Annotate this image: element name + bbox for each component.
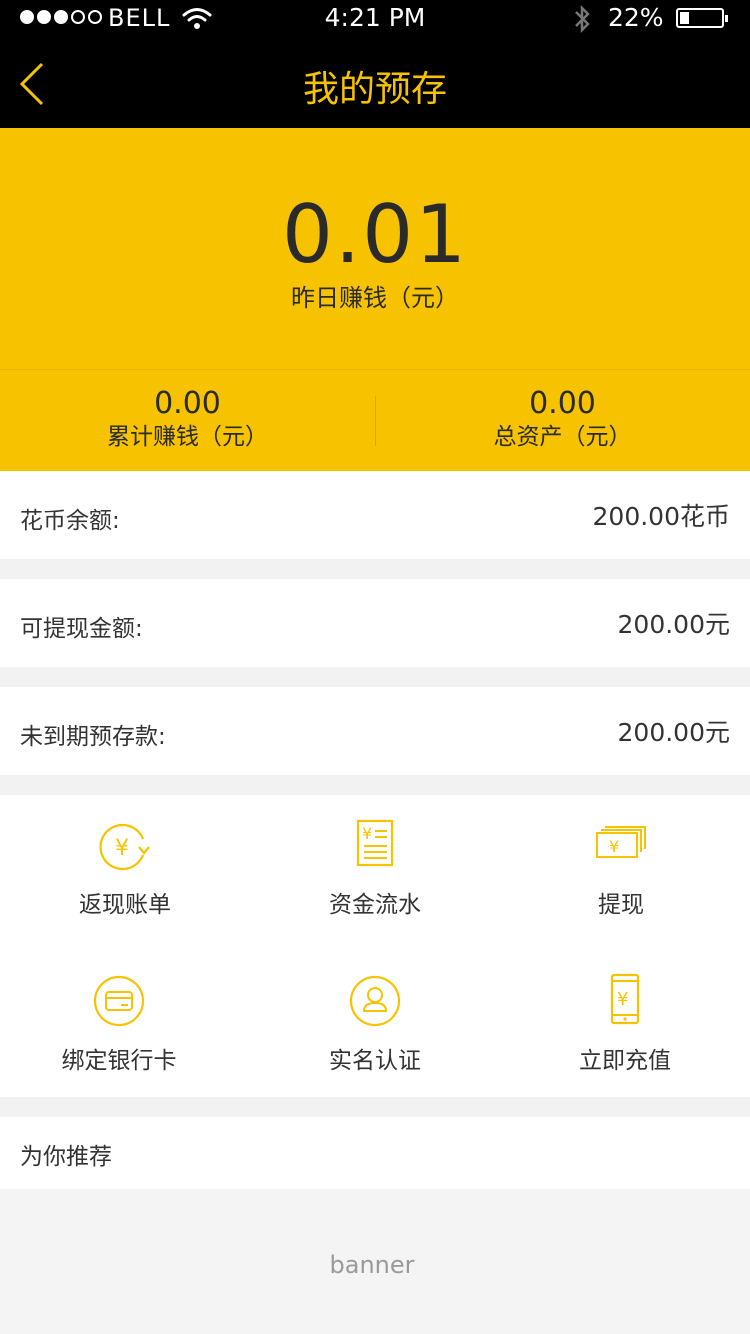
battery-level — [680, 12, 689, 24]
banner-placeholder-text: banner — [329, 1251, 415, 1279]
svg-text:¥: ¥ — [115, 836, 129, 861]
battery-percent: 22% — [608, 3, 664, 32]
total-assets: 0.00 总资产（元） — [375, 386, 750, 452]
svg-text:¥: ¥ — [362, 824, 372, 843]
withdrawable-amount-row: 可提现金额: 200.00元 — [0, 579, 750, 667]
battery-icon — [676, 8, 728, 28]
status-bar: BELL 4:21 PM 22% — [0, 0, 750, 40]
total-earned-label: 累计赚钱（元） — [107, 424, 268, 450]
promo-banner[interactable]: banner — [0, 1189, 750, 1334]
summary-divider — [0, 369, 750, 370]
row-label: 未到期预存款: — [20, 724, 166, 750]
recommend-title: 为你推荐 — [20, 1144, 112, 1170]
svg-text:¥: ¥ — [609, 837, 619, 856]
yesterday-earnings-label: 昨日赚钱（元） — [291, 284, 459, 312]
total-earned-value: 0.00 — [154, 386, 221, 421]
nav-bar: 我的预存 — [0, 40, 750, 128]
recommend-header: 为你推荐 — [0, 1117, 750, 1189]
row-label: 可提现金额: — [20, 616, 143, 642]
page-title: 我的预存 — [302, 69, 447, 110]
user-verify-icon — [345, 973, 405, 1033]
battery-nub — [725, 15, 728, 22]
withdraw-button[interactable]: ¥ 提现 — [496, 817, 746, 919]
action-label: 绑定银行卡 — [61, 1048, 177, 1074]
row-value: 200.00花币 — [592, 502, 730, 531]
cashback-icon: ¥ — [95, 817, 155, 877]
total-assets-value: 0.00 — [529, 386, 596, 421]
flower-coin-balance-row: 花币余额: 200.00花币 — [0, 471, 750, 559]
unexpired-deposit-row: 未到期预存款: 200.00元 — [0, 687, 750, 775]
bluetooth-icon — [572, 4, 592, 38]
bind-bank-card-button[interactable]: 绑定银行卡 — [0, 973, 244, 1075]
action-grid: ¥ 返现账单 ¥ 资金流水 ¥ 提现 绑定银行卡 实名认证 ¥ 立即充值 — [0, 795, 750, 1097]
fund-flow-button[interactable]: ¥ 资金流水 — [250, 817, 500, 919]
row-label: 花币余额: — [20, 508, 120, 534]
withdraw-cash-icon: ¥ — [591, 817, 651, 877]
action-label: 实名认证 — [329, 1048, 421, 1074]
total-assets-label: 总资产（元） — [493, 424, 632, 450]
bank-card-icon — [89, 973, 149, 1033]
svg-text:¥: ¥ — [617, 989, 628, 1010]
row-value: 200.00元 — [617, 718, 730, 747]
yesterday-earnings-value: 0.01 — [281, 188, 469, 281]
earnings-summary: 0.01 昨日赚钱（元） 0.00 累计赚钱（元） 0.00 总资产（元） — [0, 128, 750, 471]
ledger-icon: ¥ — [345, 817, 405, 877]
phone-recharge-icon: ¥ — [595, 973, 655, 1033]
total-earned: 0.00 累计赚钱（元） — [0, 386, 375, 452]
cashback-bill-button[interactable]: ¥ 返现账单 — [0, 817, 250, 919]
row-value: 200.00元 — [617, 610, 730, 639]
action-label: 提现 — [598, 892, 644, 918]
action-label: 返现账单 — [79, 892, 171, 918]
action-label: 立即充值 — [579, 1048, 671, 1074]
real-name-verify-button[interactable]: 实名认证 — [250, 973, 500, 1075]
action-label: 资金流水 — [329, 892, 421, 918]
recharge-now-button[interactable]: ¥ 立即充值 — [500, 973, 750, 1075]
